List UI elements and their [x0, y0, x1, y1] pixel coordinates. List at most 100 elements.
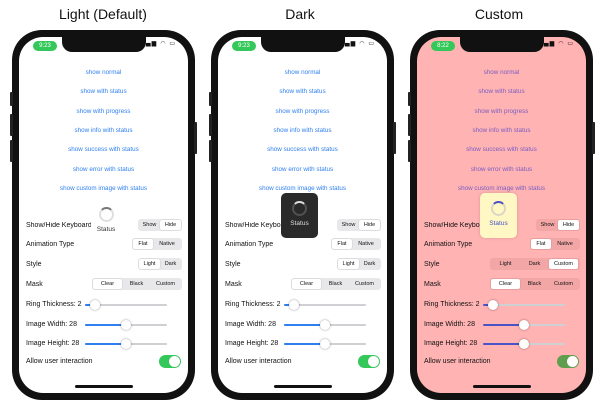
home-indicator: [472, 385, 531, 388]
img-height-slider[interactable]: [284, 339, 366, 349]
notch: [459, 37, 544, 52]
img-height-slider[interactable]: [85, 339, 167, 349]
notch: [61, 37, 146, 52]
slider-fill: [483, 324, 524, 326]
mask-option[interactable]: Custom: [350, 279, 379, 289]
keyboard-option[interactable]: Show: [139, 220, 160, 230]
slider-thumb[interactable]: [121, 320, 131, 330]
action-link[interactable]: show error with status: [417, 166, 586, 173]
keyboard-option[interactable]: Hide: [359, 220, 380, 230]
mask-option[interactable]: Custom: [151, 279, 180, 289]
img-width-label: Image Width: 28: [424, 321, 475, 328]
action-link[interactable]: show with status: [19, 88, 188, 95]
keyboard-option[interactable]: Hide: [558, 220, 579, 230]
action-link[interactable]: show with progress: [19, 108, 188, 115]
img-height-slider[interactable]: [483, 339, 565, 349]
img-width-slider[interactable]: [483, 320, 565, 330]
mask-option[interactable]: Clear: [292, 279, 321, 289]
ring-label: Ring Thickness: 2: [424, 301, 480, 308]
mask-option[interactable]: Clear: [491, 279, 520, 289]
style-segmented-control: Light Dark: [337, 258, 381, 270]
allow-interaction-label: Allow user interaction: [424, 358, 491, 365]
action-link[interactable]: show success with status: [19, 146, 188, 153]
mask-option[interactable]: Custom: [549, 279, 578, 289]
slider-thumb[interactable]: [519, 320, 529, 330]
allow-interaction-toggle[interactable]: [159, 355, 181, 368]
hud-status-text: Status: [489, 220, 508, 227]
action-link[interactable]: show info with status: [218, 127, 387, 134]
slider-fill: [85, 343, 126, 345]
animation-option[interactable]: Native: [352, 239, 380, 249]
style-label: Style: [26, 261, 42, 268]
action-link[interactable]: show success with status: [218, 146, 387, 153]
action-link[interactable]: show normal: [19, 69, 188, 76]
mask-option[interactable]: Black: [520, 279, 549, 289]
ring-label: Ring Thickness: 2: [26, 301, 82, 308]
slider-thumb[interactable]: [89, 300, 100, 310]
action-link[interactable]: show normal: [218, 69, 387, 76]
img-width-slider[interactable]: [85, 320, 167, 330]
mask-segmented-control: Clear Black Custom: [92, 278, 182, 290]
keyboard-option[interactable]: Show: [338, 220, 359, 230]
action-link[interactable]: show info with status: [19, 127, 188, 134]
animation-option[interactable]: Flat: [531, 239, 551, 249]
img-height-label: Image Height: 28: [26, 340, 80, 347]
animation-option[interactable]: Flat: [332, 239, 352, 249]
mask-option[interactable]: Black: [122, 279, 151, 289]
action-link[interactable]: show error with status: [218, 166, 387, 173]
action-link[interactable]: show with status: [218, 88, 387, 95]
style-option[interactable]: Dark: [520, 259, 549, 269]
animation-segmented-control: Flat Native: [530, 238, 580, 250]
allow-interaction-toggle[interactable]: [557, 355, 579, 368]
slider-thumb[interactable]: [320, 320, 330, 330]
style-option[interactable]: Dark: [359, 259, 380, 269]
style-option[interactable]: Dark: [160, 259, 181, 269]
mask-option[interactable]: Clear: [93, 279, 122, 289]
signal-wifi-battery-icon: ▂▄▆ ◠ ▭: [339, 40, 375, 47]
ring-slider[interactable]: [483, 300, 565, 310]
animation-type-label: Animation Type: [424, 241, 473, 248]
slider-thumb[interactable]: [121, 339, 131, 349]
status-time: 8:22: [431, 41, 455, 51]
slider-thumb[interactable]: [320, 339, 330, 349]
signal-wifi-battery-icon: ▂▄▆ ◠ ▭: [140, 40, 176, 47]
style-option[interactable]: Light: [491, 259, 520, 269]
animation-segmented-control: Flat Native: [331, 238, 381, 250]
slider-thumb[interactable]: [487, 300, 498, 310]
action-link[interactable]: show with progress: [218, 108, 387, 115]
ring-slider[interactable]: [85, 300, 167, 310]
action-link[interactable]: show with progress: [417, 108, 586, 115]
hud-status-text: Status: [290, 220, 309, 227]
keyboard-option[interactable]: Hide: [160, 220, 181, 230]
animation-option[interactable]: Flat: [133, 239, 153, 249]
style-option[interactable]: Light: [338, 259, 359, 269]
screen-custom: 8:22 ▂▄▆ ◠ ▭ show normal show with status sh…: [417, 37, 586, 393]
animation-option[interactable]: Native: [551, 239, 579, 249]
action-link[interactable]: show custom image with status: [218, 185, 387, 192]
action-link[interactable]: show success with status: [417, 146, 586, 153]
action-link[interactable]: show normal: [417, 69, 586, 76]
action-link[interactable]: show with status: [417, 88, 586, 95]
action-link[interactable]: show custom image with status: [417, 185, 586, 192]
status-time: 9:23: [33, 41, 57, 51]
animation-segmented-control: Flat Native: [132, 238, 182, 250]
action-link[interactable]: show custom image with status: [19, 185, 188, 192]
spinner-icon: [292, 201, 307, 216]
keyboard-option[interactable]: Show: [537, 220, 558, 230]
slider-thumb[interactable]: [288, 300, 299, 310]
caption-light: Light (Default): [59, 6, 147, 22]
allow-interaction-toggle[interactable]: [358, 355, 380, 368]
spinner-icon: [98, 207, 114, 222]
ring-label: Ring Thickness: 2: [225, 301, 281, 308]
home-indicator: [74, 385, 133, 388]
animation-option[interactable]: Native: [153, 239, 181, 249]
progress-hud: Status: [281, 193, 318, 238]
slider-thumb[interactable]: [519, 339, 529, 349]
style-option[interactable]: Custom: [549, 259, 578, 269]
style-option[interactable]: Light: [139, 259, 160, 269]
action-link[interactable]: show error with status: [19, 166, 188, 173]
mask-option[interactable]: Black: [321, 279, 350, 289]
img-width-slider[interactable]: [284, 320, 366, 330]
ring-slider[interactable]: [284, 300, 366, 310]
action-link[interactable]: show info with status: [417, 127, 586, 134]
